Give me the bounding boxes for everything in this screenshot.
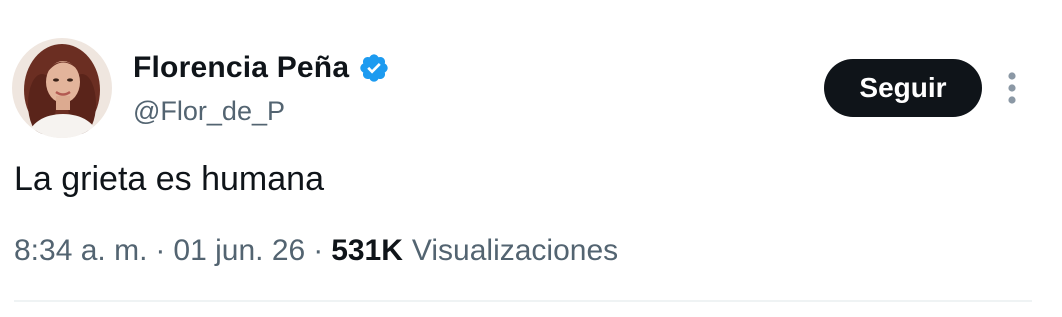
- tweet-meta: 8:34 a. m. · 01 jun. 26 · 531K Visualiza…: [14, 234, 618, 268]
- views-count[interactable]: 531K: [331, 234, 403, 268]
- divider: [14, 300, 1032, 302]
- verified-badge-icon[interactable]: [358, 52, 390, 84]
- more-options-button[interactable]: [998, 68, 1026, 108]
- tweet-text: La grieta es humana: [14, 160, 324, 198]
- tweet-card: Florencia Peña @Flor_de_P Seguir La grie…: [0, 0, 1062, 317]
- meta-separator: ·: [155, 234, 166, 267]
- tweet-time[interactable]: 8:34 a. m.: [14, 234, 147, 268]
- author-name-row: Florencia Peña: [133, 46, 390, 90]
- avatar[interactable]: [12, 38, 112, 138]
- tweet-date[interactable]: 01 jun. 26: [173, 234, 305, 268]
- avatar-image: [12, 38, 112, 138]
- meta-separator: ·: [313, 234, 324, 267]
- more-vertical-icon: [1008, 72, 1016, 104]
- follow-button[interactable]: Seguir: [824, 59, 982, 117]
- author-display-name[interactable]: Florencia Peña: [133, 51, 349, 85]
- author-handle[interactable]: @Flor_de_P: [133, 96, 285, 127]
- views-label[interactable]: Visualizaciones: [412, 234, 618, 268]
